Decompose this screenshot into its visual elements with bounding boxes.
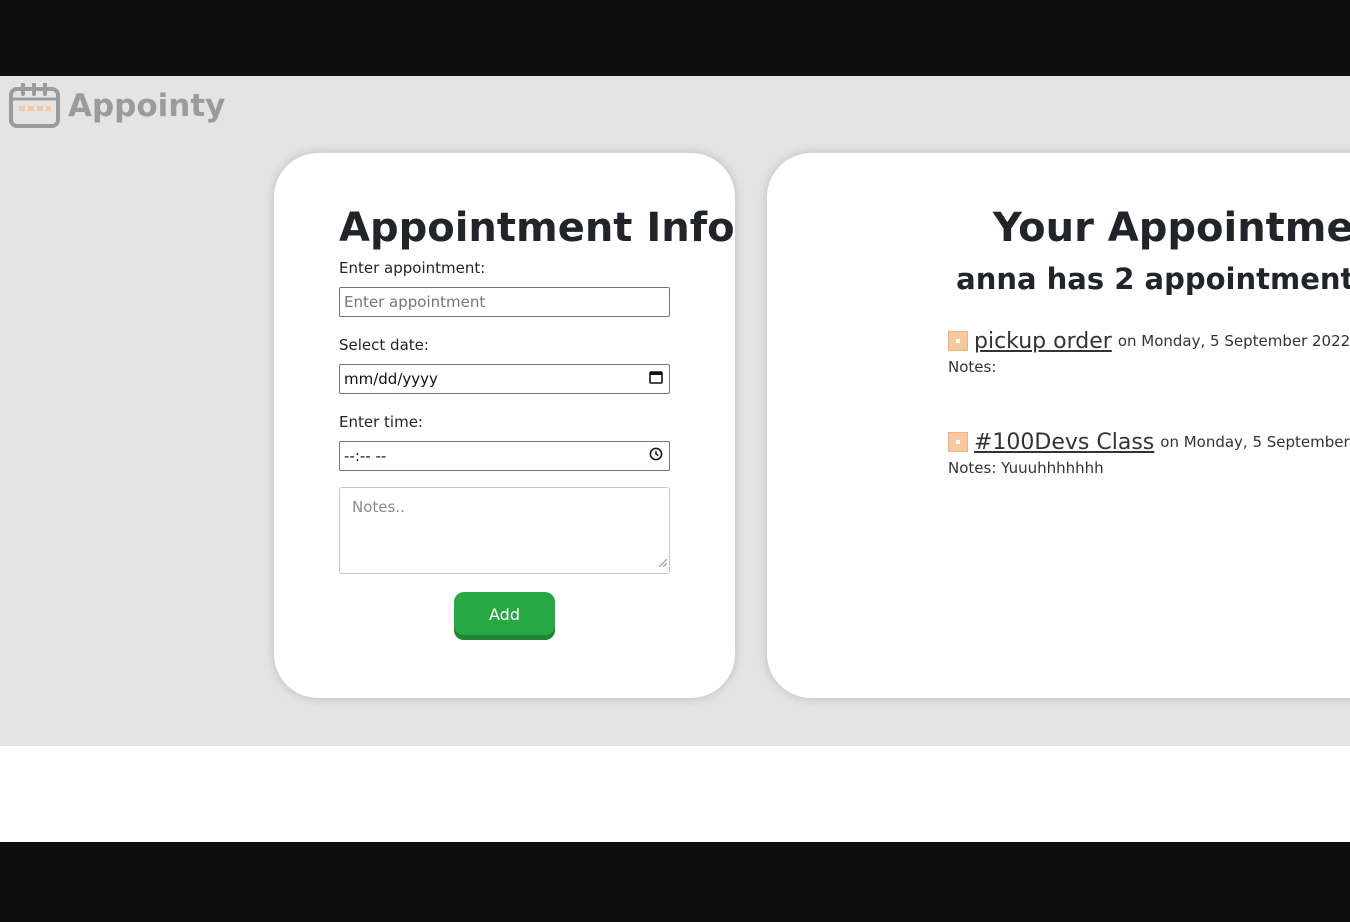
notes-textarea[interactable]: Notes..: [339, 487, 670, 574]
appointment-link[interactable]: pickup order: [974, 329, 1112, 354]
bottom-black-bar: [0, 842, 1350, 922]
clock-icon[interactable]: [649, 447, 663, 465]
calendar-logo-icon: [9, 83, 60, 129]
appointment-input[interactable]: Enter appointment: [339, 287, 670, 317]
date-label: Select date:: [339, 336, 429, 354]
resize-handle-icon[interactable]: [658, 553, 668, 571]
app-area: Appointy Appointment Info Enter appointm…: [0, 76, 1350, 746]
appointment-link[interactable]: #100Devs Class: [974, 430, 1154, 455]
appointment-icon: [948, 432, 968, 452]
form-title: Appointment Info: [339, 205, 735, 251]
appointment-notes: Notes:: [948, 358, 997, 376]
appointment-datetime: on Monday, 5 September 2022 at 1:: [1117, 332, 1350, 350]
appointment-form-card: Appointment Info Enter appointment: Ente…: [274, 153, 735, 698]
appointment-label: Enter appointment:: [339, 259, 486, 277]
time-input[interactable]: --:-- --: [339, 441, 670, 471]
appointment-notes: Notes: Yuuuhhhhhhh: [948, 459, 1104, 477]
date-input[interactable]: mm/dd/yyyy: [339, 364, 670, 394]
appointment-icon: [948, 331, 968, 351]
time-label: Enter time:: [339, 413, 423, 431]
calendar-picker-icon[interactable]: [649, 370, 663, 388]
notes-placeholder: Notes..: [352, 498, 405, 516]
add-button[interactable]: Add: [454, 592, 555, 640]
appointment-item: #100Devs Class on Monday, 5 September 20…: [948, 427, 1350, 477]
appointment-datetime: on Monday, 5 September 2022 a: [1160, 433, 1350, 451]
appointment-placeholder: Enter appointment: [344, 293, 486, 311]
appointments-card: Your Appointmen anna has 2 appointments …: [767, 153, 1350, 698]
app-name: Appointy: [68, 88, 226, 124]
date-value: mm/dd/yyyy: [344, 370, 438, 388]
brand[interactable]: Appointy: [9, 83, 225, 129]
appointment-item: pickup order on Monday, 5 September 2022…: [948, 326, 1350, 376]
top-black-bar: [0, 0, 1350, 76]
appointments-count: anna has 2 appointments co: [956, 262, 1350, 296]
appointments-title: Your Appointmen: [992, 205, 1350, 251]
appointment-form: Appointment Info Enter appointment: Ente…: [339, 203, 735, 640]
time-value: --:-- --: [344, 447, 387, 465]
page-footer-area: [0, 746, 1350, 842]
